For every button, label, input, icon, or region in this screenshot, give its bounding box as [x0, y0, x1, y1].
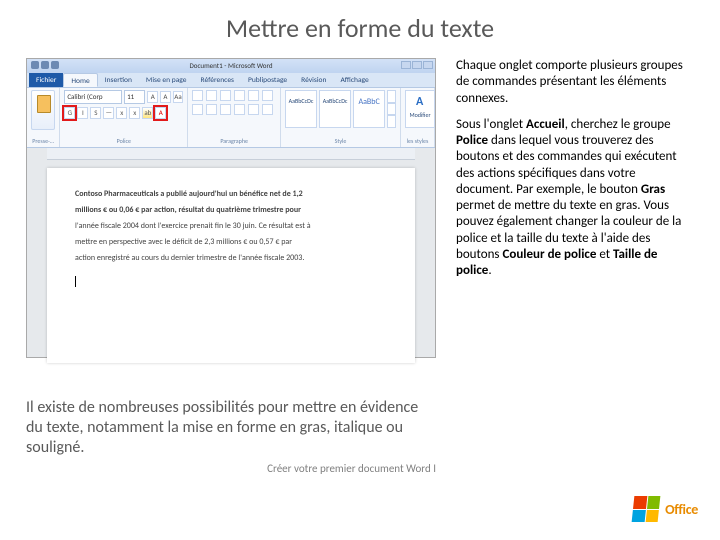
indent-dec-button[interactable] — [234, 90, 245, 101]
tab-review[interactable]: Révision — [294, 73, 333, 87]
bold-button[interactable]: G — [64, 107, 75, 119]
superscript-button[interactable]: x — [129, 107, 140, 119]
group-font: Calibri (Corp 11 A A Aa G I S — x x ab — [60, 88, 188, 147]
strike-button[interactable]: — — [103, 107, 114, 119]
right-paragraph-1: Chaque onglet comporte plusieurs groupes… — [456, 58, 694, 107]
doc-line: Contoso Pharmaceuticals a publié aujourd… — [75, 188, 387, 200]
group-label-editing: les styles — [405, 137, 430, 145]
footer-text: Créer votre premier document Word I — [26, 462, 436, 475]
tab-home[interactable]: Home — [63, 73, 97, 87]
office-logo: Office — [633, 496, 698, 522]
paste-button[interactable] — [31, 90, 55, 130]
change-styles-button[interactable]: Modifier — [405, 90, 435, 128]
clear-format-button[interactable]: Aa — [173, 91, 184, 103]
font-color-button[interactable]: A — [155, 107, 166, 119]
styles-scroll[interactable] — [387, 90, 396, 128]
right-paragraph-2: Sous l'onglet Accueil, cherchez le group… — [456, 117, 694, 280]
subscript-button[interactable]: x — [116, 107, 127, 119]
spacing-button[interactable] — [248, 104, 259, 115]
style-nospace[interactable]: AaBbCcDc — [319, 90, 351, 128]
bullets-button[interactable] — [192, 90, 203, 101]
tab-layout[interactable]: Mise en page — [139, 73, 194, 87]
shading-button[interactable] — [262, 104, 273, 115]
style-heading1[interactable]: AaBbC — [353, 90, 385, 128]
tab-insert[interactable]: Insertion — [98, 73, 139, 87]
ruler — [47, 148, 415, 160]
group-label-styles: Style — [285, 137, 396, 145]
window-title: Document1 - Microsoft Word — [189, 61, 272, 70]
indent-inc-button[interactable] — [248, 90, 259, 101]
align-center-button[interactable] — [206, 104, 217, 115]
grow-font-button[interactable]: A — [147, 91, 158, 103]
justify-button[interactable] — [234, 104, 245, 115]
tab-references[interactable]: Références — [194, 73, 241, 87]
doc-line: l'année fiscale 2004 dont l'exercice pre… — [75, 220, 387, 232]
office-logo-text: Office — [665, 501, 698, 518]
document-page: Contoso Pharmaceuticals a publié aujourd… — [47, 168, 415, 363]
style-normal[interactable]: AaBbCcDc — [285, 90, 317, 128]
group-paragraph: Paragraphe — [188, 88, 281, 147]
tab-file[interactable]: Fichier — [29, 73, 63, 87]
numbering-button[interactable] — [206, 90, 217, 101]
quick-access-toolbar — [31, 61, 59, 69]
text-cursor — [75, 276, 76, 287]
group-label-clipboard: Presse-… — [31, 137, 55, 145]
tab-mailings[interactable]: Publipostage — [241, 73, 294, 87]
caption: Il existe de nombreuses possibilités pou… — [26, 398, 436, 458]
doc-line: millions € ou 0,06 € par action, résulta… — [75, 204, 387, 216]
align-left-button[interactable] — [192, 104, 203, 115]
titlebar: Document1 - Microsoft Word — [27, 59, 435, 73]
doc-line: mettre en perspective avec le déficit de… — [75, 236, 387, 248]
multilevel-button[interactable] — [220, 90, 231, 101]
doc-line: action enregistré au cours du dernier tr… — [75, 252, 387, 264]
right-column: Chaque onglet comporte plusieurs groupes… — [436, 58, 694, 475]
tab-view[interactable]: Affichage — [333, 73, 375, 87]
shrink-font-button[interactable]: A — [160, 91, 171, 103]
highlight-button[interactable]: ab — [142, 107, 153, 119]
group-clipboard: Presse-… — [27, 88, 60, 147]
window-buttons — [401, 61, 433, 69]
slide-title: Mettre en forme du texte — [0, 0, 720, 58]
group-label-font: Police — [64, 137, 183, 145]
content-row: Document1 - Microsoft Word Fichier Home … — [0, 58, 720, 475]
ribbon-tabs: Fichier Home Insertion Mise en page Réfé… — [27, 73, 435, 88]
ribbon: Presse-… Calibri (Corp 11 A A Aa G I S — — [27, 88, 435, 148]
left-column: Document1 - Microsoft Word Fichier Home … — [26, 58, 436, 475]
group-editing: Modifier les styles — [401, 88, 435, 147]
word-screenshot: Document1 - Microsoft Word Fichier Home … — [26, 58, 436, 358]
align-right-button[interactable] — [220, 104, 231, 115]
office-logo-icon — [632, 496, 661, 522]
sort-button[interactable] — [262, 90, 273, 101]
italic-button[interactable]: I — [77, 107, 88, 119]
font-size-select[interactable]: 11 — [124, 90, 145, 104]
font-name-select[interactable]: Calibri (Corp — [64, 90, 122, 104]
underline-button[interactable]: S — [90, 107, 101, 119]
group-styles: AaBbCcDc AaBbCcDc AaBbC Style — [281, 88, 401, 147]
group-label-paragraph: Paragraphe — [192, 137, 276, 145]
